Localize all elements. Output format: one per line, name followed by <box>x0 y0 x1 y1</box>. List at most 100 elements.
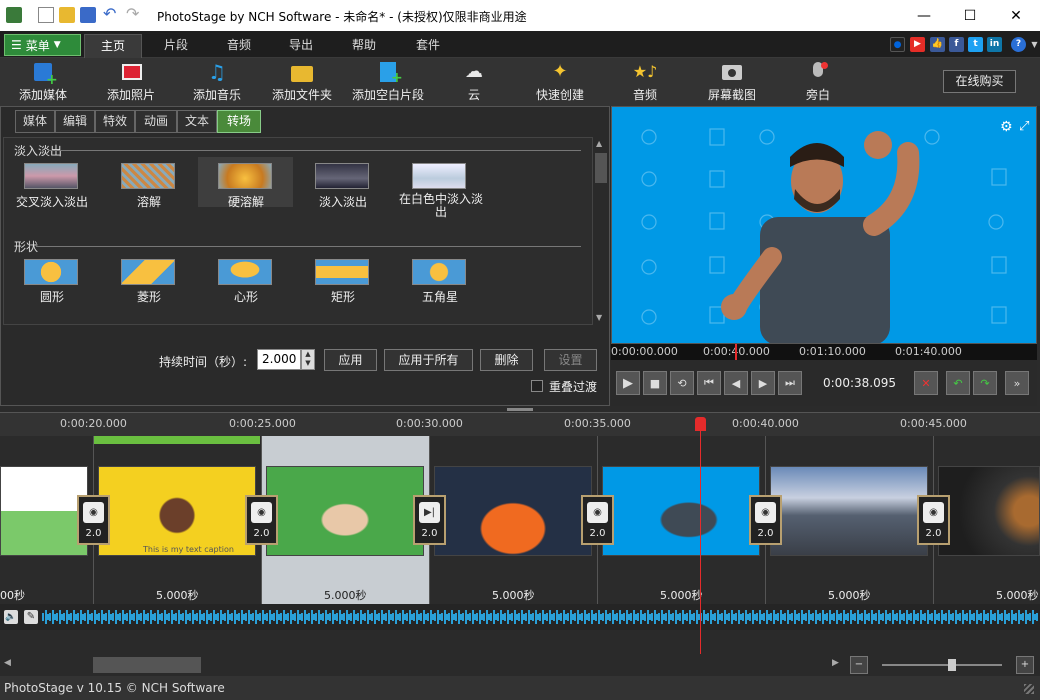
ruler-tick: 0:00:00.000 <box>611 345 678 358</box>
menu-button[interactable]: ☰ 菜单 ▼ <box>4 34 81 56</box>
twitter-icon[interactable]: t <box>968 37 983 52</box>
audio-button[interactable]: ★♪ 音频 <box>628 60 662 103</box>
step-forward-button[interactable]: ▶ <box>751 371 775 395</box>
subtab-effects[interactable]: 特效 <box>95 110 135 133</box>
scroll-down-icon[interactable]: ▼ <box>596 313 602 322</box>
youtube-icon[interactable]: ▶ <box>910 37 925 52</box>
loop-button[interactable]: ⟲ <box>670 371 694 395</box>
transition-marker[interactable]: ◉ 2.0 <box>77 495 110 545</box>
maximize-button[interactable]: ☐ <box>947 0 993 31</box>
save-icon[interactable] <box>80 7 96 23</box>
add-folder-button[interactable]: 添加文件夹 <box>270 60 334 103</box>
speaker-icon[interactable]: 🔈 <box>4 610 18 624</box>
transition-gallery: 淡入淡出 交叉淡入淡出 溶解 硬溶解 淡入淡出 在白色中淡入淡出 形状 圆形 菱… <box>3 137 593 325</box>
rotate-right-button[interactable]: ↷ <box>973 371 997 395</box>
timeline-clip[interactable]: 5.000秒 <box>430 436 598 604</box>
transition-marker[interactable]: ◉ 2.0 <box>581 495 614 545</box>
subtab-edit[interactable]: 编辑 <box>55 110 95 133</box>
apply-button[interactable]: 应用 <box>324 349 377 371</box>
scroll-right-icon[interactable]: ▶ <box>832 658 839 668</box>
more-button[interactable]: » <box>1005 371 1029 395</box>
splitter-handle[interactable] <box>507 408 533 411</box>
new-file-icon[interactable] <box>38 7 54 23</box>
preview-window[interactable]: ⚙ ⤢ <box>611 106 1037 344</box>
resize-grip-icon[interactable] <box>1024 684 1034 694</box>
preview-playhead[interactable] <box>735 344 737 360</box>
overlap-checkbox[interactable] <box>531 380 543 392</box>
rotate-left-button[interactable]: ↶ <box>946 371 970 395</box>
tab-home[interactable]: 主页 <box>84 34 142 58</box>
tab-audio[interactable]: 音频 <box>210 34 268 58</box>
transition-marker[interactable]: ◉ 2.0 <box>245 495 278 545</box>
timeline-playhead[interactable] <box>700 417 701 654</box>
add-music-button[interactable]: ♫ 添加音乐 <box>190 60 244 103</box>
preview-ruler[interactable]: 0:00:00.000 0:00:40.000 0:01:10.000 0:01… <box>611 344 1037 360</box>
timeline-clip[interactable]: 5.000秒 <box>598 436 766 604</box>
open-folder-icon[interactable] <box>59 7 75 23</box>
tab-clip[interactable]: 片段 <box>146 34 206 58</box>
settings-button[interactable]: 设置 <box>544 349 597 371</box>
facebook-icon[interactable]: f <box>949 37 964 52</box>
timeline-scrollbar[interactable]: ◀ ▶ <box>0 654 846 676</box>
subtab-animation[interactable]: 动画 <box>135 110 177 133</box>
flickr-icon[interactable]: ● <box>890 37 905 52</box>
transition-thumbnail <box>218 259 272 285</box>
delete-clip-button[interactable]: ✕ <box>914 371 938 395</box>
apply-all-button[interactable]: 应用于所有 <box>384 349 473 371</box>
screenshot-button[interactable]: 屏幕截图 <box>706 60 758 103</box>
ruler-tick: 0:00:25.000 <box>229 417 296 430</box>
duration-input[interactable]: 2.000 <box>257 349 301 370</box>
transition-marker[interactable]: ◉ 2.0 <box>749 495 782 545</box>
timeline-clip-selected[interactable]: 5.000秒 <box>262 436 430 604</box>
audio-track[interactable]: 🔈 ✎ <box>0 604 1040 630</box>
skip-end-button[interactable]: ⏭ <box>778 371 802 395</box>
zoom-slider-track[interactable] <box>882 664 1002 666</box>
play-button[interactable]: ▶ <box>616 371 640 395</box>
timeline-clip[interactable]: 5.000秒 <box>766 436 934 604</box>
buy-online-button[interactable]: 在线购买 <box>943 70 1016 93</box>
transition-thumbnail <box>218 163 272 189</box>
scroll-left-icon[interactable]: ◀ <box>4 658 11 668</box>
chevron-down-icon[interactable]: ▼ <box>1027 37 1040 52</box>
like-icon[interactable]: 👍 <box>930 37 945 52</box>
gallery-scrollbar[interactable]: ▲ ▼ <box>593 137 609 325</box>
skip-start-button[interactable]: ⏮ <box>697 371 721 395</box>
duration-spinner[interactable]: ▲ ▼ <box>301 349 315 370</box>
scrollbar-thumb[interactable] <box>93 657 201 673</box>
step-back-button[interactable]: ◀ <box>724 371 748 395</box>
subtab-media[interactable]: 媒体 <box>15 110 55 133</box>
clip-duration: 5.000秒 <box>828 589 871 602</box>
pencil-icon[interactable]: ✎ <box>24 610 38 624</box>
add-photo-button[interactable]: 添加照片 <box>104 60 158 103</box>
linkedin-icon[interactable]: in <box>987 37 1002 52</box>
tab-export[interactable]: 导出 <box>272 34 330 58</box>
help-icon[interactable]: ? <box>1011 37 1026 52</box>
add-media-button[interactable]: + 添加媒体 <box>18 60 68 103</box>
subtab-transitions[interactable]: 转场 <box>217 110 261 133</box>
narration-button[interactable]: 旁白 <box>803 60 833 103</box>
fullscreen-icon[interactable]: ⤢ <box>1019 119 1029 134</box>
zoom-in-icon[interactable]: + <box>1016 656 1034 674</box>
zoom-slider-thumb[interactable] <box>948 659 956 671</box>
close-button[interactable]: ✕ <box>993 0 1039 31</box>
cloud-button[interactable]: ☁ 云 <box>456 60 492 103</box>
minimize-button[interactable]: — <box>901 0 947 31</box>
delete-button[interactable]: 删除 <box>480 349 533 371</box>
quick-create-button[interactable]: ✦ 快速创建 <box>534 60 586 103</box>
zoom-out-icon[interactable]: − <box>850 656 868 674</box>
transition-marker[interactable]: ▶| 2.0 <box>413 495 446 545</box>
tab-help[interactable]: 帮助 <box>334 34 394 58</box>
transition-item-selected[interactable]: 硬溶解 <box>198 157 293 209</box>
transition-marker[interactable]: ◉ 2.0 <box>917 495 950 545</box>
timeline-ruler[interactable]: 0:00:20.000 0:00:25.000 0:00:30.000 0:00… <box>0 412 1040 436</box>
undo-icon[interactable]: ↶ <box>103 6 119 23</box>
settings-gear-icon[interactable]: ⚙ <box>1000 119 1013 135</box>
scrollbar-thumb[interactable] <box>595 153 607 183</box>
add-blank-clip-button[interactable]: + 添加空白片段 <box>350 60 426 103</box>
scroll-up-icon[interactable]: ▲ <box>596 139 602 148</box>
stop-button[interactable]: ■ <box>643 371 667 395</box>
subtab-text[interactable]: 文本 <box>177 110 217 133</box>
redo-icon[interactable]: ↷ <box>126 6 142 23</box>
tab-suite[interactable]: 套件 <box>398 34 458 58</box>
timeline-clip[interactable]: This is my text caption 5.000秒 <box>94 436 262 604</box>
